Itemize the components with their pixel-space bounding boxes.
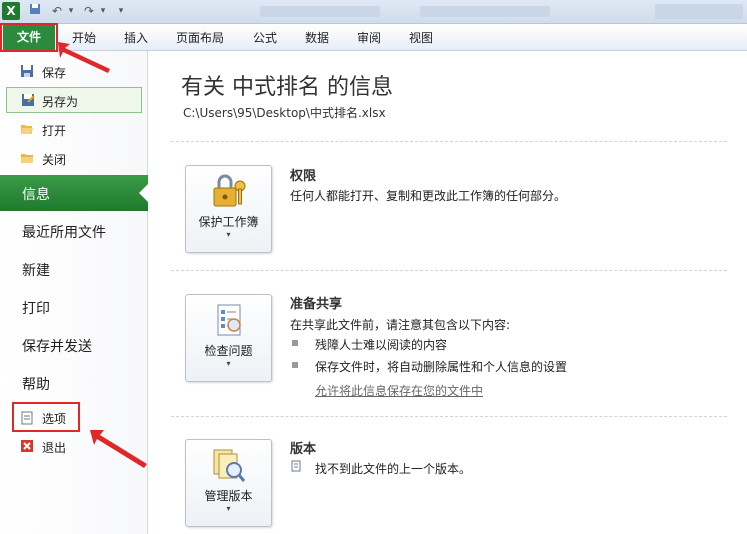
nav-recent[interactable]: 最近所用文件 [22,222,106,242]
nav-print[interactable]: 打印 [22,298,50,318]
section-heading-versions: 版本 [290,442,317,457]
title-bar: X ↶ ▾ ↷ ▾ ▾ [0,0,747,24]
bullet-properties: 保存文件时，将自动删除属性和个人信息的设置 [315,360,568,374]
excel-icon[interactable]: X [2,2,20,20]
window-tab-blurred [655,4,743,19]
tab-insert[interactable]: 插入 [124,29,148,46]
bullet-accessibility: 残障人士难以阅读的内容 [315,338,448,352]
tab-data[interactable]: 数据 [305,29,329,46]
bullet-icon [292,340,298,346]
separator [171,416,727,417]
separator [171,270,727,271]
versions-icon [213,449,246,482]
window-title-blurred-2 [420,6,550,17]
annotation-box-options [12,402,80,432]
tab-page-layout[interactable]: 页面布局 [176,29,224,46]
nav-save-send[interactable]: 保存并发送 [22,336,92,356]
selected-arrow [139,183,149,203]
section-heading-permissions: 权限 [290,169,317,184]
allow-save-info-link[interactable]: 允许将此信息保存在您的文件中 [315,382,483,399]
nav-new[interactable]: 新建 [22,260,50,280]
annotation-arrow-file [58,42,110,73]
nav-help[interactable]: 帮助 [22,374,50,394]
folder-open-icon [20,122,34,136]
manage-versions-button[interactable]: 管理版本 ▾ [185,439,272,527]
bullet-icon [292,362,298,368]
file-path: C:\Users\95\Desktop\中式排名.xlsx [183,106,386,120]
page-title: 有关 中式排名 的信息 [181,75,393,100]
section-heading-prepare-share: 准备共享 [290,297,343,312]
exit-icon [20,439,34,453]
versions-text: 找不到此文件的上一个版本。 [315,462,472,476]
save-as-icon [21,93,35,107]
protect-workbook-button[interactable]: 保护工作簿 ▾ [185,165,272,253]
chevron-down-icon: ▾ [226,230,231,239]
info-pane: 有关 中式排名 的信息 C:\Users\95\Desktop\中式排名.xls… [149,51,747,534]
window-title-blurred [260,6,380,17]
check-issues-button[interactable]: 检查问题 ▾ [185,294,272,382]
lock-key-icon [213,174,246,207]
separator [171,141,727,142]
tab-formulas[interactable]: 公式 [253,29,277,46]
chevron-down-icon: ▾ [226,359,231,368]
save-quick-icon[interactable] [28,3,42,20]
save-as-command[interactable]: 另存为 [6,87,142,113]
undo-icon[interactable]: ↶ [50,3,64,20]
redo-icon[interactable]: ↷ [82,3,96,20]
tab-review[interactable]: 审阅 [357,29,381,46]
tab-view[interactable]: 视图 [409,29,433,46]
checklist-icon [217,304,241,336]
save-icon [20,64,34,78]
customize-quick-access-icon[interactable]: ▾ [116,3,126,20]
permissions-text: 任何人都能打开、复制和更改此工作簿的任何部分。 [290,189,567,203]
nav-info[interactable]: 信息 [0,175,149,211]
chevron-down-icon: ▾ [226,504,231,513]
folder-close-icon [20,151,34,165]
undo-dropdown-icon[interactable]: ▾ [66,3,76,20]
redo-dropdown-icon[interactable]: ▾ [98,3,108,20]
prepare-share-text: 在共享此文件前，请注意其包含以下内容: [290,318,511,332]
document-icon [290,460,302,472]
annotation-arrow-options [90,430,147,468]
